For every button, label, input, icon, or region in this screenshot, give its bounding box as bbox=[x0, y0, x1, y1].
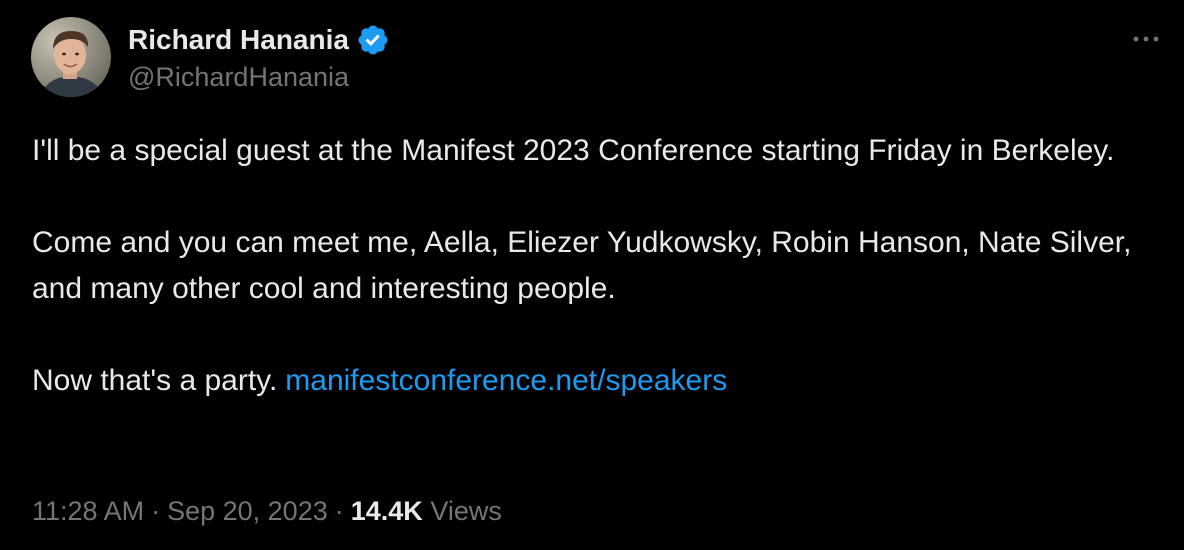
tweet-date[interactable]: Sep 20, 2023 bbox=[167, 496, 328, 526]
more-options-button[interactable] bbox=[1126, 24, 1166, 54]
tweet-time[interactable]: 11:28 AM bbox=[32, 496, 144, 526]
views-label: Views bbox=[430, 496, 502, 526]
tweet-paragraph: I'll be a special guest at the Manifest … bbox=[32, 134, 1115, 167]
avatar-image bbox=[31, 17, 111, 97]
verified-badge-icon[interactable] bbox=[356, 23, 390, 57]
author-avatar[interactable] bbox=[31, 17, 111, 97]
meta-separator: · bbox=[151, 496, 161, 526]
tweet-meta: 11:28 AM · Sep 20, 2023 · 14.4K Views bbox=[32, 496, 502, 527]
more-horizontal-icon bbox=[1133, 36, 1159, 42]
tweet-paragraph: Come and you can meet me, Aella, Eliezer… bbox=[32, 226, 1132, 305]
tweet-card: Richard Hanania @RichardHanania I'll be … bbox=[0, 0, 1184, 550]
views-count: 14.4K bbox=[350, 496, 423, 526]
tweet-paragraph-text: Now that's a party. bbox=[32, 364, 278, 397]
tweet-text: I'll be a special guest at the Manifest … bbox=[32, 128, 1162, 404]
author-display-name[interactable]: Richard Hanania bbox=[128, 24, 349, 56]
author-handle[interactable]: @RichardHanania bbox=[128, 62, 349, 93]
meta-separator: · bbox=[334, 496, 344, 526]
tweet-paragraph-last: Now that's a party. manifestconference.ne… bbox=[32, 358, 1162, 404]
tweet-link[interactable]: manifestconference.net/speakers bbox=[285, 364, 727, 397]
author-name-row: Richard Hanania bbox=[128, 22, 390, 58]
